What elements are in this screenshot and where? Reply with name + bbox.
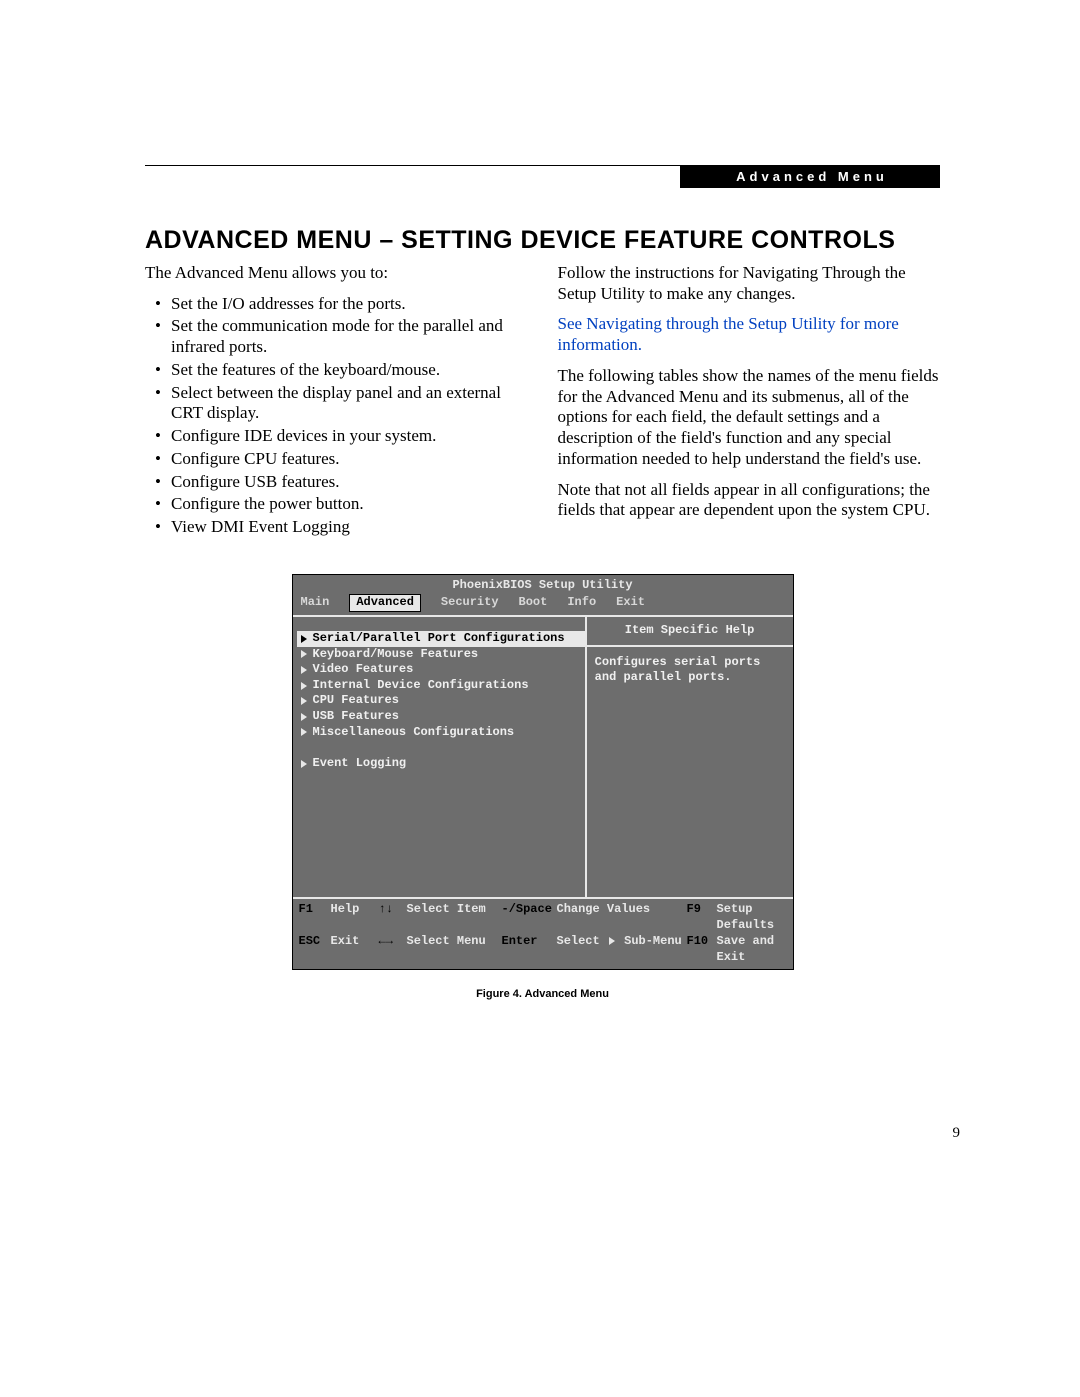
list-item: Configure IDE devices in your system. <box>163 426 528 447</box>
right-column: Follow the instructions for Navigating T… <box>558 263 941 540</box>
list-item: View DMI Event Logging <box>163 517 528 538</box>
triangle-icon <box>301 728 307 736</box>
figure-caption: Figure 4. Advanced Menu <box>476 988 609 1000</box>
submenu-internal-device[interactable]: Internal Device Configurations <box>297 678 585 694</box>
triangle-icon <box>301 650 307 658</box>
submenu-label: Internal Device Configurations <box>313 678 529 694</box>
triangle-icon <box>301 713 307 721</box>
left-column: The Advanced Menu allows you to: Set the… <box>145 263 528 540</box>
submenu-label: Video Features <box>313 662 414 678</box>
help-body: Configures serial ports and parallel por… <box>587 647 793 694</box>
left-intro: The Advanced Menu allows you to: <box>145 263 528 284</box>
lab-change-values: Change Values <box>557 902 687 933</box>
bios-window: PhoenixBIOS Setup Utility Main Advanced … <box>292 574 794 971</box>
submenu-misc[interactable]: Miscellaneous Configurations <box>297 725 585 741</box>
tab-advanced[interactable]: Advanced <box>349 594 421 612</box>
gap <box>297 740 585 756</box>
key-f10: F10 <box>687 934 717 965</box>
lab-select-menu: Select Menu <box>407 934 502 965</box>
list-item: Configure USB features. <box>163 472 528 493</box>
right-p1: Follow the instructions for Navigating T… <box>558 263 941 304</box>
list-item: Configure CPU features. <box>163 449 528 470</box>
bios-figure: PhoenixBIOS Setup Utility Main Advanced … <box>145 574 940 1001</box>
tab-main[interactable]: Main <box>301 595 330 612</box>
lab-select-submenu: Select Sub-Menu <box>557 934 687 965</box>
triangle-icon <box>301 682 307 690</box>
right-p2: The following tables show the names of t… <box>558 366 941 470</box>
header-row: Advanced Menu <box>145 165 940 188</box>
list-item: Configure the power button. <box>163 494 528 515</box>
key-enter: Enter <box>502 934 557 965</box>
submenu-label: Keyboard/Mouse Features <box>313 647 479 663</box>
submenu-label: Event Logging <box>313 756 407 772</box>
nav-link[interactable]: See Navigating through the Setup Utility… <box>558 314 899 354</box>
bios-left-pane: Serial/Parallel Port Configurations Keyb… <box>293 617 587 897</box>
tab-info[interactable]: Info <box>567 595 596 612</box>
submenu-cpu[interactable]: CPU Features <box>297 693 585 709</box>
submenu-keyboard-mouse[interactable]: Keyboard/Mouse Features <box>297 647 585 663</box>
key-minus-space: -/Space <box>502 902 557 933</box>
bios-footer: F1 Help ↑↓ Select Item -/Space Change Va… <box>293 897 793 969</box>
lab-save-exit: Save and Exit <box>717 934 787 965</box>
feature-list: Set the I/O addresses for the ports. Set… <box>145 294 528 538</box>
lab-setup-defaults: Setup Defaults <box>717 902 787 933</box>
submenu-usb[interactable]: USB Features <box>297 709 585 725</box>
submenu-serial-parallel[interactable]: Serial/Parallel Port Configurations <box>297 631 585 647</box>
list-item: Set the communication mode for the paral… <box>163 316 528 357</box>
submenu-label: CPU Features <box>313 693 399 709</box>
tab-exit[interactable]: Exit <box>616 595 645 612</box>
submenu-label: Miscellaneous Configurations <box>313 725 515 741</box>
key-f1: F1 <box>299 902 331 933</box>
submenu-video[interactable]: Video Features <box>297 662 585 678</box>
key-esc: ESC <box>299 934 331 965</box>
triangle-icon <box>301 635 307 643</box>
help-title: Item Specific Help <box>587 617 793 647</box>
key-f9: F9 <box>687 902 717 933</box>
tab-boot[interactable]: Boot <box>519 595 548 612</box>
triangle-icon <box>301 666 307 674</box>
triangle-icon <box>301 760 307 768</box>
triangle-icon <box>301 697 307 705</box>
lab-select-item: Select Item <box>407 902 502 933</box>
bios-right-pane: Item Specific Help Configures serial por… <box>587 617 793 897</box>
submenu-event-logging[interactable]: Event Logging <box>297 756 585 772</box>
page-number: 9 <box>953 1125 961 1142</box>
page-title: ADVANCED MENU – SETTING DEVICE FEATURE C… <box>145 226 940 255</box>
page: Advanced Menu ADVANCED MENU – SETTING DE… <box>0 0 1080 1397</box>
right-p3: Note that not all fields appear in all c… <box>558 480 941 521</box>
lab-exit: Exit <box>331 934 379 965</box>
body-columns: The Advanced Menu allows you to: Set the… <box>145 263 940 540</box>
bios-title: PhoenixBIOS Setup Utility <box>293 575 793 596</box>
bios-menubar: Main Advanced Security Boot Info Exit <box>293 595 793 615</box>
list-item: Select between the display panel and an … <box>163 383 528 424</box>
triangle-icon <box>609 937 615 945</box>
list-item: Set the features of the keyboard/mouse. <box>163 360 528 381</box>
tab-security[interactable]: Security <box>441 595 499 612</box>
submenu-label: USB Features <box>313 709 399 725</box>
bios-body: Serial/Parallel Port Configurations Keyb… <box>293 615 793 897</box>
submenu-label: Serial/Parallel Port Configurations <box>313 631 565 647</box>
key-leftright: ←→ <box>379 934 407 965</box>
key-updown: ↑↓ <box>379 902 407 933</box>
lab-help: Help <box>331 902 379 933</box>
list-item: Set the I/O addresses for the ports. <box>163 294 528 315</box>
section-tag: Advanced Menu <box>680 165 940 188</box>
